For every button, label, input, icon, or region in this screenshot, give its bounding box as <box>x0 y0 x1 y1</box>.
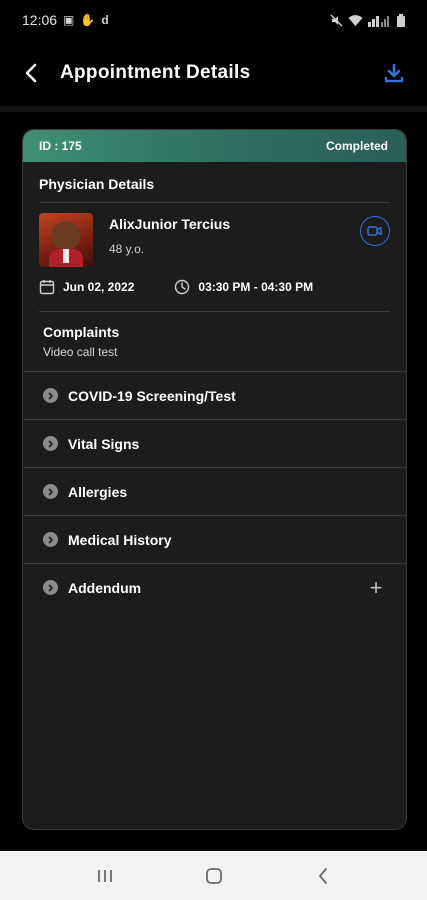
appointment-time: 03:30 PM - 04:30 PM <box>198 280 314 294</box>
chevron-left-icon <box>318 867 327 884</box>
appointment-id: ID : 175 <box>39 139 82 153</box>
complaints-section: Complaints Video call test <box>23 312 406 359</box>
download-icon <box>384 63 404 83</box>
avatar <box>39 213 93 267</box>
status-left: 12:06 ▣ ✋ d <box>22 12 109 28</box>
accordion-label: COVID-19 Screening/Test <box>68 387 236 404</box>
video-call-button[interactable] <box>360 216 390 246</box>
system-nav-bar <box>0 851 427 900</box>
accordion-medical-history[interactable]: Medical History <box>23 515 406 563</box>
status-right <box>330 13 405 27</box>
physician-info: AlixJunior Tercius 48 y.o. <box>109 213 230 256</box>
mute-icon <box>330 14 343 26</box>
accordion-covid-screening[interactable]: COVID-19 Screening/Test <box>23 371 406 419</box>
status-badge: Completed <box>325 139 388 153</box>
status-time: 12:06 <box>22 12 58 28</box>
accordion-addendum[interactable]: Addendum + <box>23 563 406 611</box>
add-addendum-button[interactable]: + <box>366 576 386 599</box>
date-item: Jun 02, 2022 <box>39 279 134 295</box>
recent-apps-icon <box>97 869 112 882</box>
physician-section-title: Physician Details <box>39 176 155 192</box>
wifi-icon <box>348 14 363 26</box>
accordion-label: Addendum <box>68 579 142 596</box>
complaints-text: Video call test <box>43 345 118 359</box>
accordion-label: Medical History <box>68 531 172 548</box>
appointment-date: Jun 02, 2022 <box>63 280 135 294</box>
details-accordion: COVID-19 Screening/Test Vital Signs Alle… <box>23 371 406 611</box>
system-back-button[interactable] <box>303 861 343 891</box>
home-icon <box>205 867 222 884</box>
chevron-right-icon <box>43 388 58 403</box>
chevron-right-icon <box>43 532 58 547</box>
accordion-label: Allergies <box>68 483 128 500</box>
image-icon: ▣ <box>63 13 75 27</box>
battery-icon <box>397 13 405 27</box>
accordion-vital-signs[interactable]: Vital Signs <box>23 419 406 467</box>
chevron-right-icon <box>43 580 58 595</box>
page-title: Appointment Details <box>60 62 251 83</box>
clock-icon <box>175 279 190 295</box>
back-button[interactable] <box>18 60 44 86</box>
complaints-title: Complaints <box>43 324 120 340</box>
accordion-allergies[interactable]: Allergies <box>23 467 406 515</box>
status-bar: 12:06 ▣ ✋ d <box>0 0 427 40</box>
download-button[interactable] <box>379 58 409 88</box>
video-camera-icon <box>367 226 382 236</box>
hand-icon: ✋ <box>80 13 96 27</box>
physician-age: 48 y.o. <box>109 242 145 256</box>
recent-apps-button[interactable] <box>85 861 125 891</box>
header-divider <box>0 106 427 112</box>
calendar-icon <box>39 280 55 295</box>
accordion-label: Vital Signs <box>68 435 140 452</box>
chevron-right-icon <box>43 436 58 451</box>
d-app-icon: d <box>101 13 109 27</box>
physician-row: AlixJunior Tercius 48 y.o. <box>23 203 406 267</box>
appointment-card: ID : 175 Completed Physician Details Ali… <box>22 129 407 830</box>
back-arrow-icon <box>25 63 37 83</box>
datetime-row: Jun 02, 2022 03:30 PM - 04:30 PM <box>23 267 406 295</box>
time-item: 03:30 PM - 04:30 PM <box>174 279 313 295</box>
app-header: Appointment Details <box>0 40 427 106</box>
chevron-right-icon <box>43 484 58 499</box>
physician-name: AlixJunior Tercius <box>109 216 231 232</box>
home-button[interactable] <box>194 861 234 891</box>
card-header: ID : 175 Completed <box>23 130 406 162</box>
signal-icon <box>368 15 389 27</box>
